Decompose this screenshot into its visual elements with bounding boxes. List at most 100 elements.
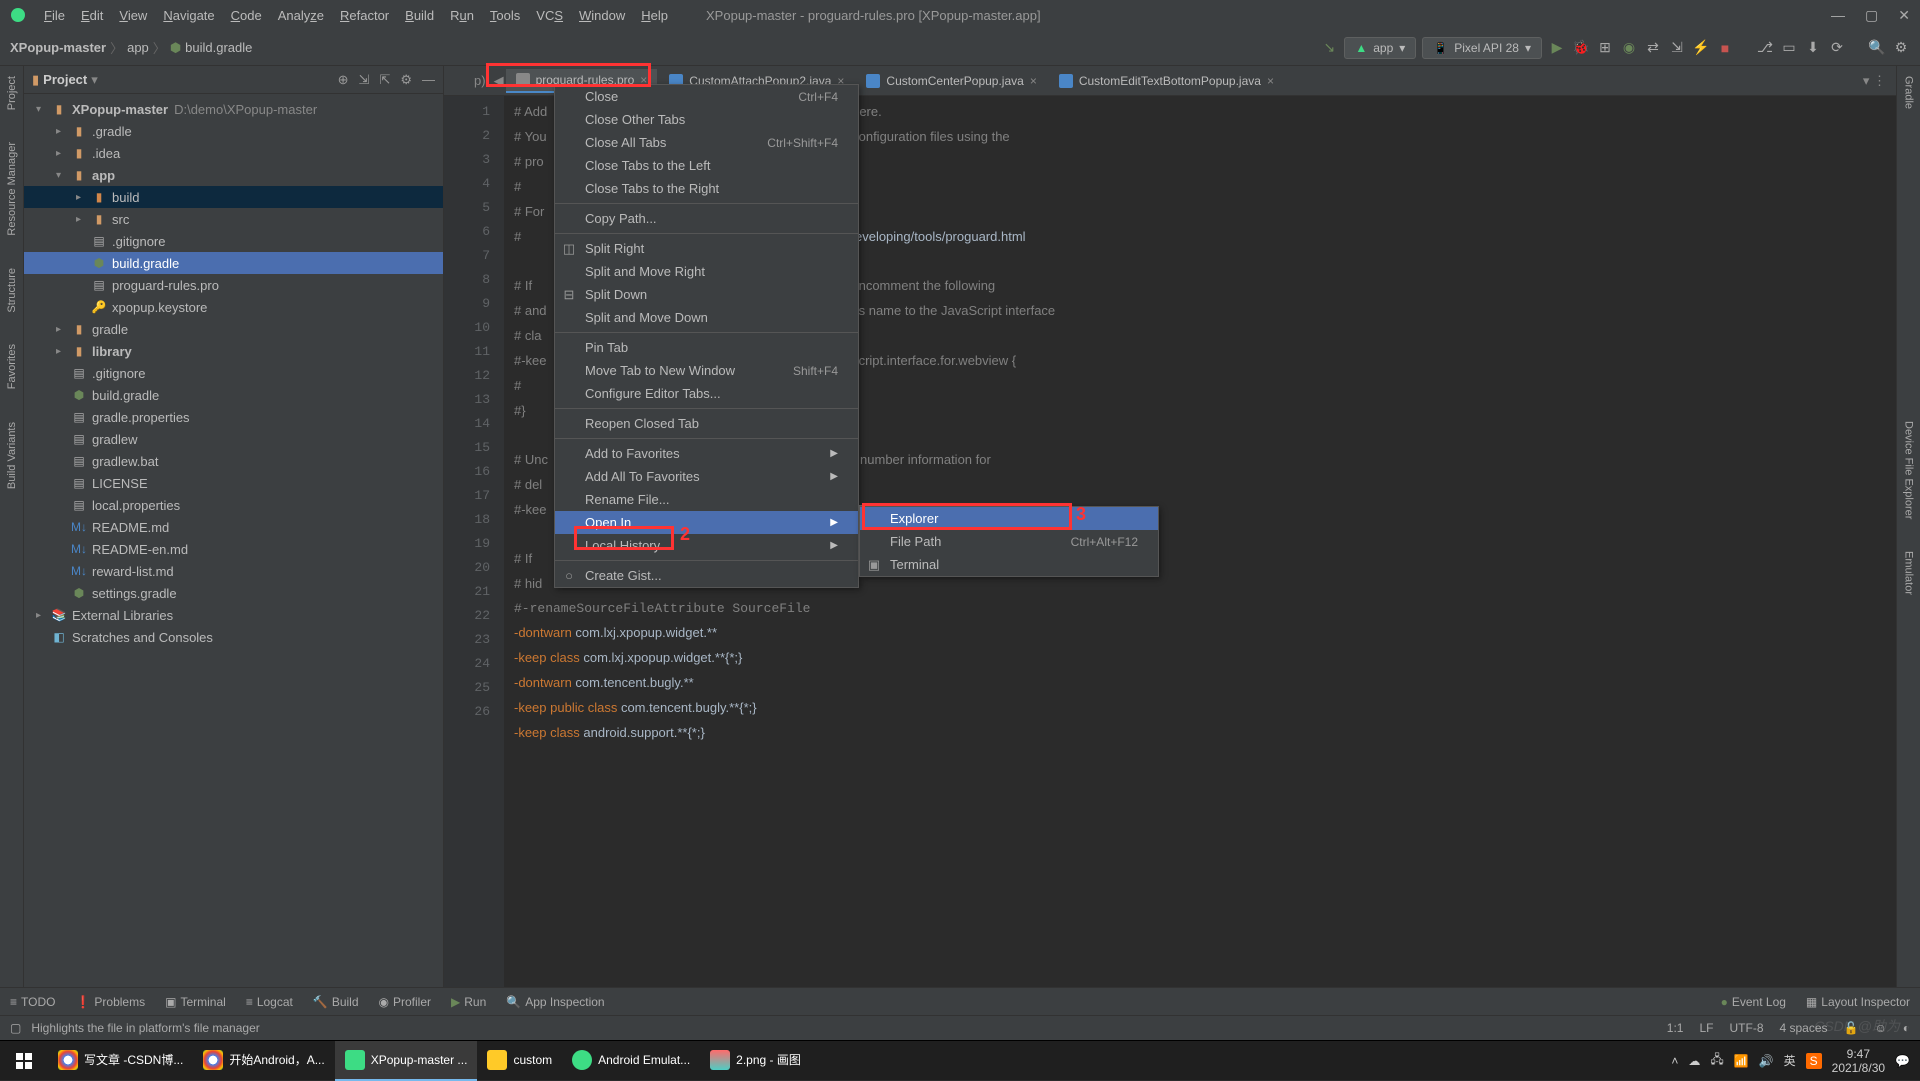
apply-changes-icon[interactable]: ⚡	[1692, 39, 1710, 57]
tree-readme-en[interactable]: M↓README-en.md	[24, 538, 443, 560]
task-chrome-android[interactable]: 开始Android，A...	[193, 1041, 334, 1081]
line-ending[interactable]: LF	[1699, 1021, 1713, 1035]
ctx-rename[interactable]: Rename File...	[555, 488, 858, 511]
attach-icon[interactable]: ⇄	[1644, 39, 1662, 57]
hide-icon[interactable]: —	[422, 72, 435, 88]
tray-time[interactable]: 9:47	[1832, 1047, 1885, 1061]
tree-keystore[interactable]: 🔑xpopup.keystore	[24, 296, 443, 318]
ctx-close-other[interactable]: Close Other Tabs	[555, 108, 858, 131]
tree-gitignore2[interactable]: ▤.gitignore	[24, 362, 443, 384]
run-config-selector[interactable]: ▲ app ▾	[1344, 37, 1416, 59]
side-resource-manager[interactable]: Resource Manager	[4, 136, 20, 242]
tab-custom-edittext[interactable]: CustomEditTextBottomPopup.java×	[1049, 70, 1284, 92]
profile-icon[interactable]: ◉	[1620, 39, 1638, 57]
ctx-create-gist[interactable]: ○Create Gist...	[555, 564, 858, 587]
tree-proguard[interactable]: ▤proguard-rules.pro	[24, 274, 443, 296]
bottom-run[interactable]: ▶Run	[451, 995, 486, 1009]
git-icon[interactable]: ⎇	[1756, 39, 1774, 57]
coverage-icon[interactable]: ⊞	[1596, 39, 1614, 57]
tree-reward[interactable]: M↓reward-list.md	[24, 560, 443, 582]
tree-build[interactable]: ▸▮build	[24, 186, 443, 208]
tree-gradle2[interactable]: ▸▮gradle	[24, 318, 443, 340]
task-android-emulator[interactable]: Android Emulat...	[562, 1041, 700, 1081]
minimize-icon[interactable]: —	[1831, 7, 1845, 24]
locate-icon[interactable]: ⊕	[338, 72, 349, 88]
tree-settings[interactable]: ⬢settings.gradle	[24, 582, 443, 604]
tray-sogou-icon[interactable]: S	[1806, 1053, 1822, 1069]
tree-src[interactable]: ▸▮src	[24, 208, 443, 230]
breadcrumb-root[interactable]: XPopup-master	[10, 40, 106, 55]
task-chrome-csdn[interactable]: 写文章 -CSDN博...	[48, 1041, 193, 1081]
tree-gradle-props[interactable]: ▤gradle.properties	[24, 406, 443, 428]
tree-root[interactable]: ▾▮XPopup-masterD:\demo\XPopup-master	[24, 98, 443, 120]
bottom-terminal[interactable]: ▣Terminal	[165, 995, 226, 1009]
tree-license[interactable]: ▤LICENSE	[24, 472, 443, 494]
menu-build[interactable]: Build	[397, 8, 442, 23]
side-structure[interactable]: Structure	[4, 262, 20, 319]
tray-onedrive-icon[interactable]: ☁	[1688, 1054, 1700, 1068]
sub-explorer[interactable]: Explorer	[860, 507, 1158, 530]
ctx-close-left[interactable]: Close Tabs to the Left	[555, 154, 858, 177]
tree-ext-libs[interactable]: ▸📚External Libraries	[24, 604, 443, 626]
bottom-layout-inspector[interactable]: ▦Layout Inspector	[1806, 995, 1910, 1009]
cursor-position[interactable]: 1:1	[1667, 1021, 1684, 1035]
menu-view[interactable]: View	[111, 8, 155, 23]
bottom-event-log[interactable]: ●Event Log	[1721, 995, 1786, 1009]
run-icon[interactable]: ▶	[1548, 39, 1566, 57]
menu-analyze[interactable]: Analyze	[270, 8, 332, 23]
side-build-variants[interactable]: Build Variants	[4, 416, 20, 495]
gear-icon[interactable]: ⚙	[400, 72, 412, 88]
ctx-add-all-fav[interactable]: Add All To Favorites▶	[555, 465, 858, 488]
debug-icon[interactable]: 🐞	[1572, 39, 1590, 57]
settings-icon[interactable]: ⚙	[1892, 39, 1910, 57]
ctx-close-right[interactable]: Close Tabs to the Right	[555, 177, 858, 200]
menu-window[interactable]: Window	[571, 8, 633, 23]
collapse-icon[interactable]: ⇱	[379, 72, 390, 88]
bottom-todo[interactable]: ≡TODO	[10, 995, 55, 1009]
side-gradle[interactable]: Gradle	[1901, 70, 1917, 115]
memory-icon[interactable]: ◐	[1903, 1021, 1910, 1035]
tree-build-gradle[interactable]: ⬢build.gradle	[24, 252, 443, 274]
ctx-open-in[interactable]: Open In▶	[555, 511, 858, 534]
attach-debug-icon[interactable]: ⇲	[1668, 39, 1686, 57]
bottom-build[interactable]: 🔨Build	[313, 995, 359, 1009]
breadcrumb-leaf[interactable]: build.gradle	[185, 40, 252, 55]
ctx-pin[interactable]: Pin Tab	[555, 336, 858, 359]
menu-help[interactable]: Help	[633, 8, 676, 23]
ctx-move-new-window[interactable]: Move Tab to New WindowShift+F4	[555, 359, 858, 382]
more-tabs-icon[interactable]: ▾ ⋮	[1853, 73, 1896, 89]
menu-code[interactable]: Code	[223, 8, 270, 23]
stop-icon[interactable]: ■	[1716, 39, 1734, 57]
bottom-app-inspection[interactable]: 🔍App Inspection	[506, 995, 604, 1009]
ctx-close-all[interactable]: Close All TabsCtrl+Shift+F4	[555, 131, 858, 154]
tray-notifications-icon[interactable]: 💬	[1895, 1054, 1910, 1068]
tree-gradlew-bat[interactable]: ▤gradlew.bat	[24, 450, 443, 472]
tree-gradlew[interactable]: ▤gradlew	[24, 428, 443, 450]
tree-gitignore[interactable]: ▤.gitignore	[24, 230, 443, 252]
menu-refactor[interactable]: Refactor	[332, 8, 397, 23]
tree-gradle[interactable]: ▸▮.gradle	[24, 120, 443, 142]
search-icon[interactable]: 🔍	[1868, 39, 1886, 57]
side-favorites[interactable]: Favorites	[4, 338, 20, 395]
tray-chevron-up-icon[interactable]: ˄	[1671, 1054, 1678, 1068]
ctx-add-fav[interactable]: Add to Favorites▶	[555, 442, 858, 465]
expand-icon[interactable]: ⇲	[359, 72, 370, 88]
tab-custom-center[interactable]: CustomCenterPopup.java×	[856, 70, 1046, 92]
task-android-studio[interactable]: XPopup-master ...	[335, 1041, 478, 1081]
tree-scratches[interactable]: ◧Scratches and Consoles	[24, 626, 443, 648]
close-icon[interactable]: ✕	[1898, 7, 1910, 24]
ctx-split-move-down[interactable]: Split and Move Down	[555, 306, 858, 329]
sync-icon[interactable]: ⟳	[1828, 39, 1846, 57]
ctx-split-move-right[interactable]: Split and Move Right	[555, 260, 858, 283]
hammer-icon[interactable]: ↘	[1320, 39, 1338, 57]
menu-run[interactable]: Run	[442, 8, 482, 23]
task-folder-custom[interactable]: custom	[477, 1041, 562, 1081]
ctx-local-history[interactable]: Local History▶	[555, 534, 858, 557]
ctx-copy-path[interactable]: Copy Path...	[555, 207, 858, 230]
chevron-left-icon[interactable]: ◀	[494, 73, 504, 89]
menu-navigate[interactable]: Navigate	[155, 8, 222, 23]
avd-icon[interactable]: ▭	[1780, 39, 1798, 57]
breadcrumb[interactable]: XPopup-master 〉 app 〉 ⬢ build.gradle	[10, 38, 252, 57]
tree-local-props[interactable]: ▤local.properties	[24, 494, 443, 516]
tree-app[interactable]: ▾▮app	[24, 164, 443, 186]
